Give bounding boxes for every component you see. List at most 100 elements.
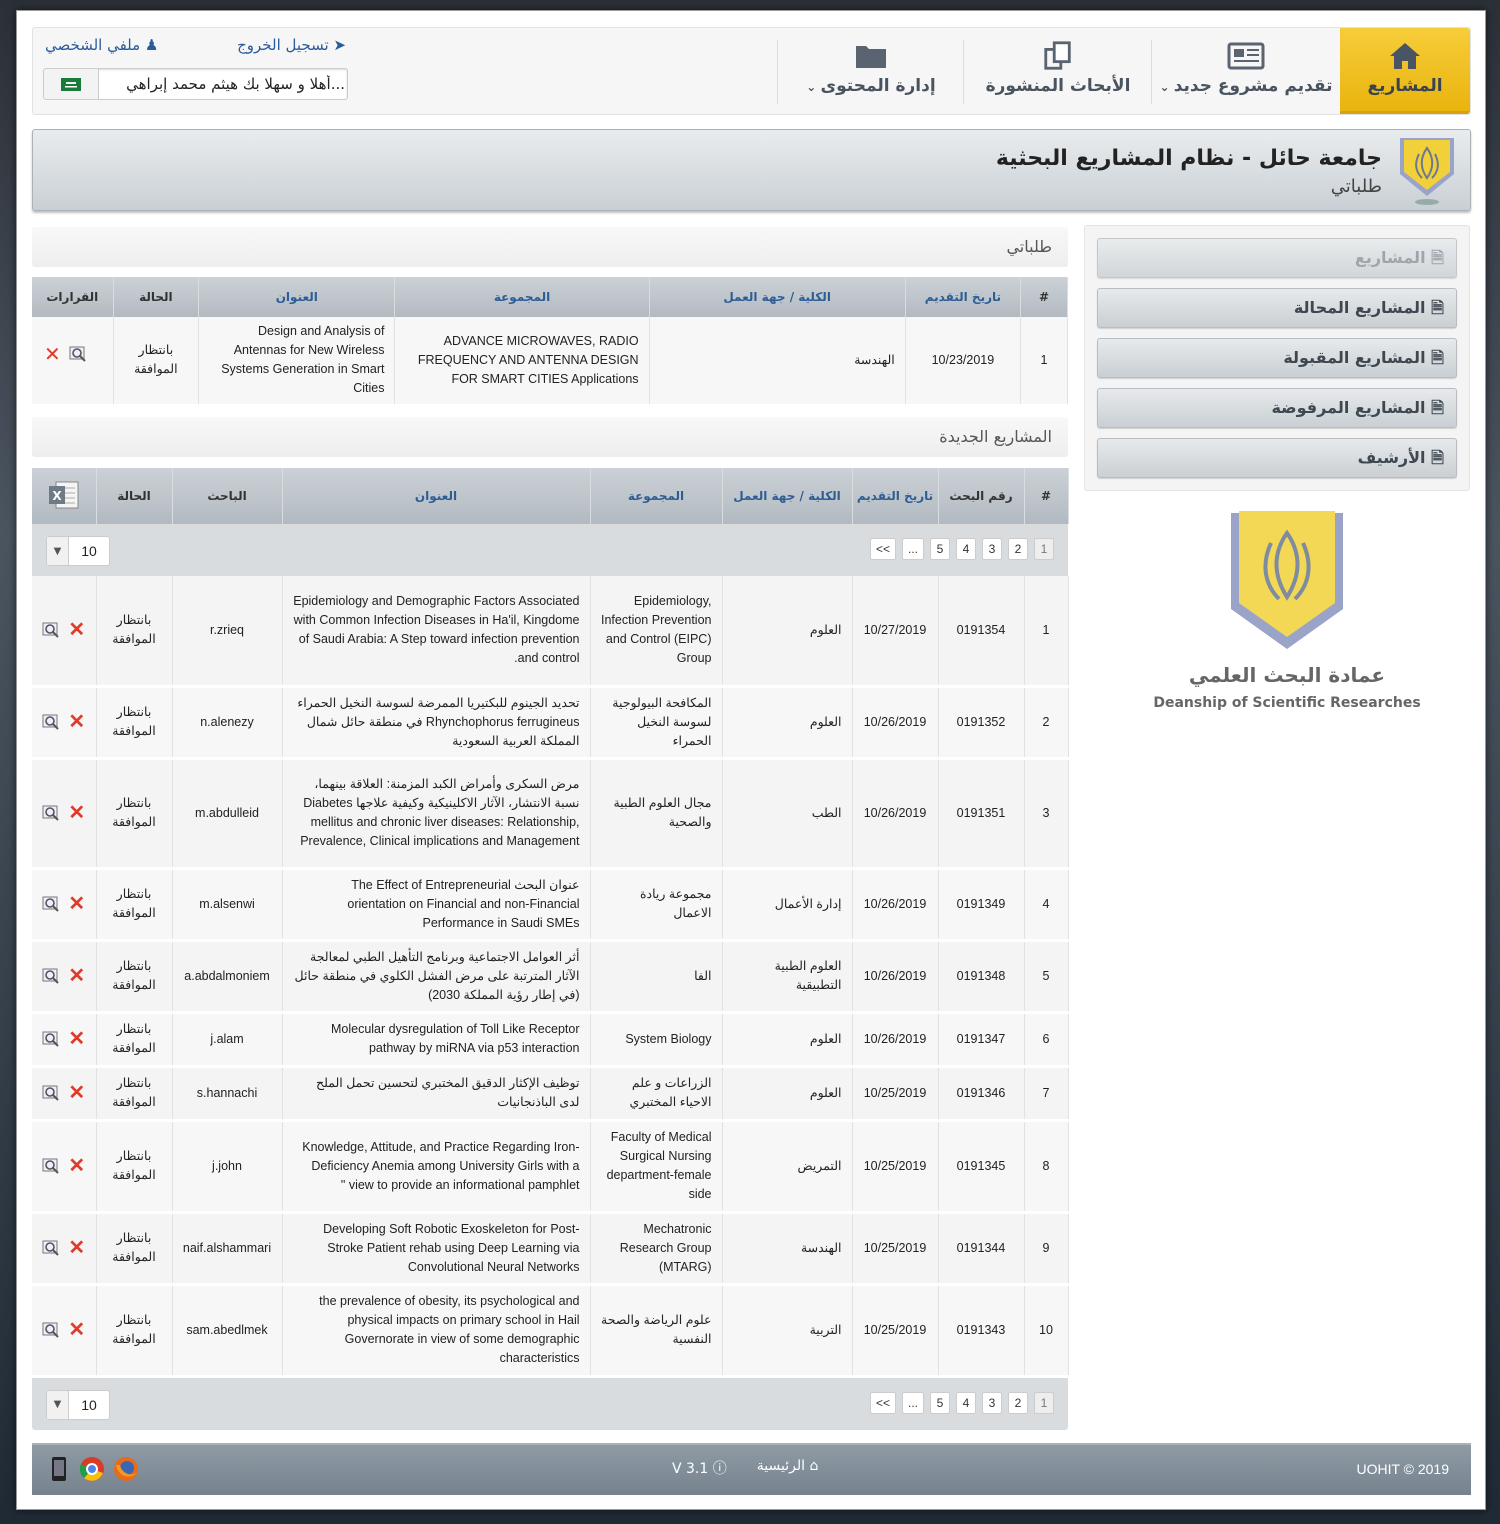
- col-group[interactable]: المجموعة: [590, 468, 723, 524]
- magnifier-icon[interactable]: [42, 1322, 60, 1338]
- cell-date: 10/25/2019: [852, 1212, 939, 1286]
- sidebar-item-rejected[interactable]: المشاريع المرفوضة 🗎: [1097, 388, 1457, 428]
- sidebar-item-archive[interactable]: الأرشيف 🗎: [1097, 438, 1457, 478]
- delete-icon[interactable]: ✕: [68, 803, 85, 823]
- page-button[interactable]: <<: [869, 538, 896, 560]
- logout-link[interactable]: تسجيل الخروج ➤: [237, 36, 346, 54]
- magnifier-icon[interactable]: [42, 1158, 60, 1174]
- page-button[interactable]: ...: [901, 1391, 924, 1414]
- cell-num: 9: [1024, 1212, 1069, 1286]
- row-actions: ✕: [42, 1083, 86, 1103]
- excel-icon: X: [48, 481, 79, 508]
- page-button[interactable]: <<: [869, 1391, 896, 1414]
- delete-icon[interactable]: ✕: [68, 712, 85, 732]
- cell-date: 10/26/2019: [852, 1012, 939, 1068]
- sidebar-item-label: المشاريع: [1354, 248, 1426, 267]
- archive-icon: 🗎: [1431, 448, 1444, 467]
- cell-date: 10/23/2019: [905, 317, 1022, 407]
- export-excel-button[interactable]: X: [32, 468, 97, 524]
- page-button[interactable]: 4: [956, 1391, 976, 1414]
- pagination-bar-top: 1 2 3 4 5... << ▼ 10: [32, 524, 1068, 576]
- sidebar: المشاريع 🗎 المشاريع المحالة 🗎 المشاريع ا…: [1084, 225, 1470, 491]
- col-date[interactable]: تاريخ التقديم: [905, 277, 1022, 317]
- page-button[interactable]: 2: [1008, 538, 1028, 560]
- svg-text:X: X: [52, 489, 62, 503]
- home-icon: [1390, 43, 1420, 69]
- cell-researcher: j.john: [172, 1120, 283, 1214]
- row-actions: ✕: [42, 803, 86, 823]
- page-button[interactable]: 1: [1034, 1391, 1054, 1414]
- delete-icon[interactable]: ✕: [68, 894, 85, 914]
- profile-link[interactable]: ملفي الشخصي ♟: [45, 36, 158, 54]
- nav-content[interactable]: ⌄ إدارة المحتوى: [778, 28, 964, 114]
- delete-icon[interactable]: ✕: [68, 1083, 85, 1103]
- page-button[interactable]: ...: [901, 538, 924, 560]
- user-icon: ♟: [144, 36, 159, 54]
- delete-icon[interactable]: ✕: [68, 620, 85, 640]
- page-button[interactable]: 3: [982, 538, 1002, 560]
- page-size-select[interactable]: ▼ 10: [46, 1389, 110, 1420]
- cell-group: ADVANCE MICROWAVES, RADIO FREQUENCY AND …: [394, 317, 650, 407]
- cell-title: the prevalence of obesity, its psycholog…: [282, 1284, 591, 1378]
- magnifier-icon[interactable]: [42, 968, 60, 984]
- col-num: #: [1020, 277, 1068, 317]
- table-row: 7 0191346 10/25/2019 العلوم الزراعات و علم ا…: [32, 1066, 1069, 1122]
- magnifier-icon[interactable]: [42, 1085, 60, 1101]
- cell-num: 7: [1024, 1066, 1069, 1122]
- col-group[interactable]: المجموعة: [394, 277, 650, 317]
- cell-researcher: a.abdalmoniem: [172, 940, 283, 1014]
- page-size-select[interactable]: ▼ 10: [46, 536, 110, 566]
- delete-icon[interactable]: ✕: [68, 966, 85, 986]
- col-college[interactable]: الكلية / جهة العمل: [722, 468, 853, 524]
- cell-status: بانتظار الموافقة: [96, 868, 173, 942]
- cell-status: بانتظار الموافقة: [96, 1120, 173, 1214]
- cell-researcher: naif.alshammari: [172, 1212, 283, 1286]
- magnifier-icon[interactable]: [42, 805, 60, 821]
- magnifier-icon[interactable]: [69, 346, 87, 362]
- row-actions: ✕: [42, 1156, 86, 1176]
- magnifier-icon[interactable]: [42, 714, 60, 730]
- nav-projects-home[interactable]: المشاريع: [1340, 28, 1470, 114]
- page-button[interactable]: 3: [982, 1391, 1002, 1414]
- cell-title: Design and Analysis of Antennas for New …: [198, 317, 396, 407]
- chevron-down-icon: ▼: [47, 537, 69, 565]
- delete-icon[interactable]: ✕: [68, 1029, 85, 1049]
- row-actions: ✕: [42, 894, 86, 914]
- magnifier-icon[interactable]: [42, 1031, 60, 1047]
- page-button[interactable]: 5: [930, 1391, 950, 1414]
- language-flag-button[interactable]: [44, 69, 99, 99]
- page-button[interactable]: 4: [956, 538, 976, 560]
- col-title[interactable]: العنوان: [198, 277, 396, 317]
- firefox-icon: [114, 1457, 138, 1481]
- delete-icon[interactable]: ✕: [68, 1156, 85, 1176]
- nav-published[interactable]: الأبحاث المنشورة: [964, 28, 1152, 114]
- page-button[interactable]: 2: [1008, 1391, 1028, 1414]
- col-research-no[interactable]: رقم البحث: [938, 468, 1025, 524]
- footer-version-link[interactable]: V 3.1 ⓘ: [672, 1458, 727, 1478]
- chevron-down-icon: ▼: [47, 1390, 69, 1419]
- sidebar-item-accepted[interactable]: المشاريع المقبولة 🗎: [1097, 338, 1457, 378]
- sidebar-item-referred[interactable]: المشاريع المحالة 🗎: [1097, 288, 1457, 328]
- cell-date: 10/26/2019: [852, 686, 939, 760]
- footer-home-link[interactable]: الرئيسية ⌂: [757, 1458, 819, 1478]
- cell-num: 6: [1024, 1012, 1069, 1068]
- university-logo: [1400, 138, 1454, 205]
- delete-icon[interactable]: ✕: [68, 1320, 85, 1340]
- page-button[interactable]: 5: [930, 538, 950, 560]
- delete-icon[interactable]: ✕: [68, 1238, 85, 1258]
- col-college[interactable]: الكلية / جهة العمل: [649, 277, 906, 317]
- magnifier-icon[interactable]: [42, 1240, 60, 1256]
- sidebar-item-projects[interactable]: المشاريع 🗎: [1097, 238, 1457, 278]
- page-button[interactable]: 1: [1034, 538, 1054, 560]
- magnifier-icon[interactable]: [42, 896, 60, 912]
- nav-new-project[interactable]: ⌄ تقديم مشروع جديد: [1152, 28, 1340, 114]
- delete-icon[interactable]: ✕: [44, 344, 61, 364]
- col-researcher: الباحث: [172, 468, 283, 524]
- magnifier-icon[interactable]: [42, 622, 60, 638]
- pagination-bar-bottom: 1 2 3 4 5... << ▼ 10: [32, 1377, 1068, 1430]
- table-row: 4 0191349 10/26/2019 إدارة الأعمال مجموعة ري…: [32, 868, 1069, 942]
- cell-num: 1: [1024, 576, 1069, 688]
- col-date[interactable]: تاريخ التقديم: [852, 468, 939, 524]
- col-title[interactable]: العنوان: [282, 468, 591, 524]
- row-actions: ✕: [42, 966, 86, 986]
